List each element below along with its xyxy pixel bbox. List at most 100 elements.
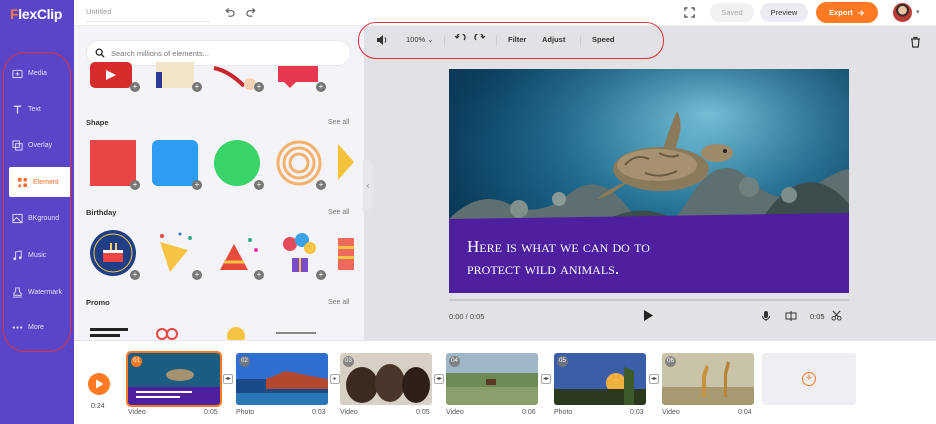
circle-shape-thumb[interactable]: + [212, 138, 264, 190]
timeline-clip[interactable]: 03 [340, 353, 432, 405]
rounded-square-shape-thumb[interactable]: + [150, 138, 202, 190]
add-icon[interactable]: + [130, 270, 140, 280]
promo-element-thumb[interactable] [274, 322, 326, 340]
see-all-promo-link[interactable]: See all [328, 299, 349, 306]
add-icon[interactable]: + [130, 82, 140, 92]
clip-index: 02 [239, 356, 250, 367]
trash-icon[interactable] [910, 35, 921, 53]
flexclip-logo[interactable]: FlexClip [10, 6, 62, 22]
timeline-clip[interactable]: 02 [236, 353, 328, 405]
see-all-shape-link[interactable]: See all [328, 119, 349, 126]
transition-icon[interactable]: ◂▸ [434, 374, 444, 384]
timeline-clip[interactable]: 04 [446, 353, 538, 405]
add-clip-button[interactable]: + [762, 353, 856, 405]
element-thumb[interactable]: + [212, 62, 264, 92]
clip-duration: 0:05 [810, 312, 825, 321]
timeline-play-button[interactable] [88, 373, 110, 395]
chevron-down-icon[interactable]: ▾ [916, 8, 920, 16]
canvas-area: 100% ⌄ Filter Adjust Speed Here is what … [364, 26, 936, 340]
sidebar-item-label: Text [28, 105, 41, 113]
transition-icon[interactable]: ▸ [330, 374, 340, 384]
watermark-icon [12, 286, 23, 298]
adjust-button[interactable]: Adjust [542, 35, 565, 44]
search-input[interactable] [111, 48, 331, 58]
add-icon[interactable]: + [254, 180, 264, 190]
trim-icon[interactable] [831, 310, 842, 323]
collapse-panel-handle[interactable]: ‹ [363, 160, 373, 210]
timeline-clip[interactable]: 01 [126, 351, 222, 407]
element-thumb[interactable] [334, 228, 358, 280]
element-thumb[interactable]: + [274, 62, 326, 92]
logo-text: lexClip [18, 6, 63, 22]
video-title-text[interactable]: Here is what we can do to protect wild a… [467, 236, 650, 280]
add-icon[interactable]: + [316, 270, 326, 280]
rotate-left-icon[interactable] [454, 32, 466, 48]
timeline-clip[interactable]: 05 [554, 353, 646, 405]
undo-icon[interactable] [222, 5, 236, 19]
media-icon [12, 69, 23, 78]
filter-button[interactable]: Filter [508, 35, 526, 44]
section-title-shape: Shape [86, 118, 109, 127]
party-popper-thumb[interactable]: + [150, 228, 202, 280]
arrow-right-icon [857, 9, 865, 16]
avatar[interactable] [893, 3, 912, 22]
add-icon[interactable]: + [254, 270, 264, 280]
promo-element-thumb[interactable] [150, 322, 202, 340]
rotate-right-icon[interactable] [474, 32, 486, 48]
split-icon[interactable] [785, 310, 797, 324]
sidebar-item-element[interactable]: Element [9, 167, 71, 197]
add-icon[interactable]: + [316, 82, 326, 92]
zoom-select[interactable]: 100% ⌄ [406, 35, 434, 44]
play-icon[interactable] [642, 309, 654, 327]
timeline-clip[interactable]: 06 [662, 353, 754, 405]
saved-button[interactable]: Saved [710, 3, 754, 22]
add-icon[interactable]: + [130, 180, 140, 190]
redo-icon[interactable] [244, 5, 258, 19]
export-button[interactable]: Export [816, 2, 878, 23]
square-shape-thumb[interactable]: + [88, 138, 140, 190]
add-icon[interactable]: + [254, 82, 264, 92]
sidebar-item-watermark[interactable]: Watermark [4, 277, 70, 307]
sidebar-item-music[interactable]: Music [4, 240, 70, 270]
progress-bar[interactable] [449, 299, 849, 301]
preview-button[interactable]: Preview [760, 3, 808, 22]
see-all-birthday-link[interactable]: See all [328, 209, 349, 216]
speed-button[interactable]: Speed [592, 35, 615, 44]
video-preview[interactable]: Here is what we can do to protect wild a… [449, 69, 849, 293]
transition-icon[interactable]: ◂▸ [649, 374, 659, 384]
element-thumb[interactable]: + [150, 62, 202, 92]
add-icon[interactable]: + [192, 270, 202, 280]
add-icon[interactable]: + [192, 82, 202, 92]
sidebar-item-label: More [28, 323, 44, 331]
clip-type: Video [340, 409, 358, 416]
birthday-cake-thumb[interactable]: + [88, 228, 140, 280]
clip-duration: 0:05 [416, 409, 430, 416]
add-icon[interactable]: + [192, 180, 202, 190]
section-title-promo: Promo [86, 298, 110, 307]
sidebar-item-media[interactable]: Media [4, 58, 70, 88]
sidebar-item-more[interactable]: More [4, 312, 70, 342]
total-duration: 0:24 [91, 403, 105, 410]
sidebar-item-background[interactable]: BKground [4, 203, 70, 233]
fullscreen-icon[interactable] [682, 5, 696, 19]
transition-icon[interactable]: ◂▸ [541, 374, 551, 384]
party-hat-thumb[interactable]: + [212, 228, 264, 280]
project-title-input[interactable] [86, 2, 210, 22]
clip-index: 03 [343, 356, 354, 367]
element-thumb[interactable]: + [88, 62, 140, 92]
element-thumb[interactable] [334, 138, 358, 190]
microphone-icon[interactable] [761, 310, 771, 324]
transition-icon[interactable]: ◂▸ [223, 374, 233, 384]
sidebar-item-text[interactable]: Text [4, 94, 70, 124]
sidebar-item-overlay[interactable]: Overlay [4, 130, 70, 160]
clip-duration: 0:03 [630, 409, 644, 416]
promo-element-thumb[interactable] [212, 322, 264, 340]
chevron-down-icon: ⌄ [427, 35, 434, 44]
promo-element-thumb[interactable] [88, 322, 140, 340]
section-title-birthday: Birthday [86, 208, 117, 217]
balloons-gift-thumb[interactable]: + [274, 228, 326, 280]
rings-shape-thumb[interactable]: + [274, 138, 326, 190]
add-icon[interactable]: + [316, 180, 326, 190]
clip-index: 06 [665, 356, 676, 367]
volume-icon[interactable] [376, 34, 388, 48]
